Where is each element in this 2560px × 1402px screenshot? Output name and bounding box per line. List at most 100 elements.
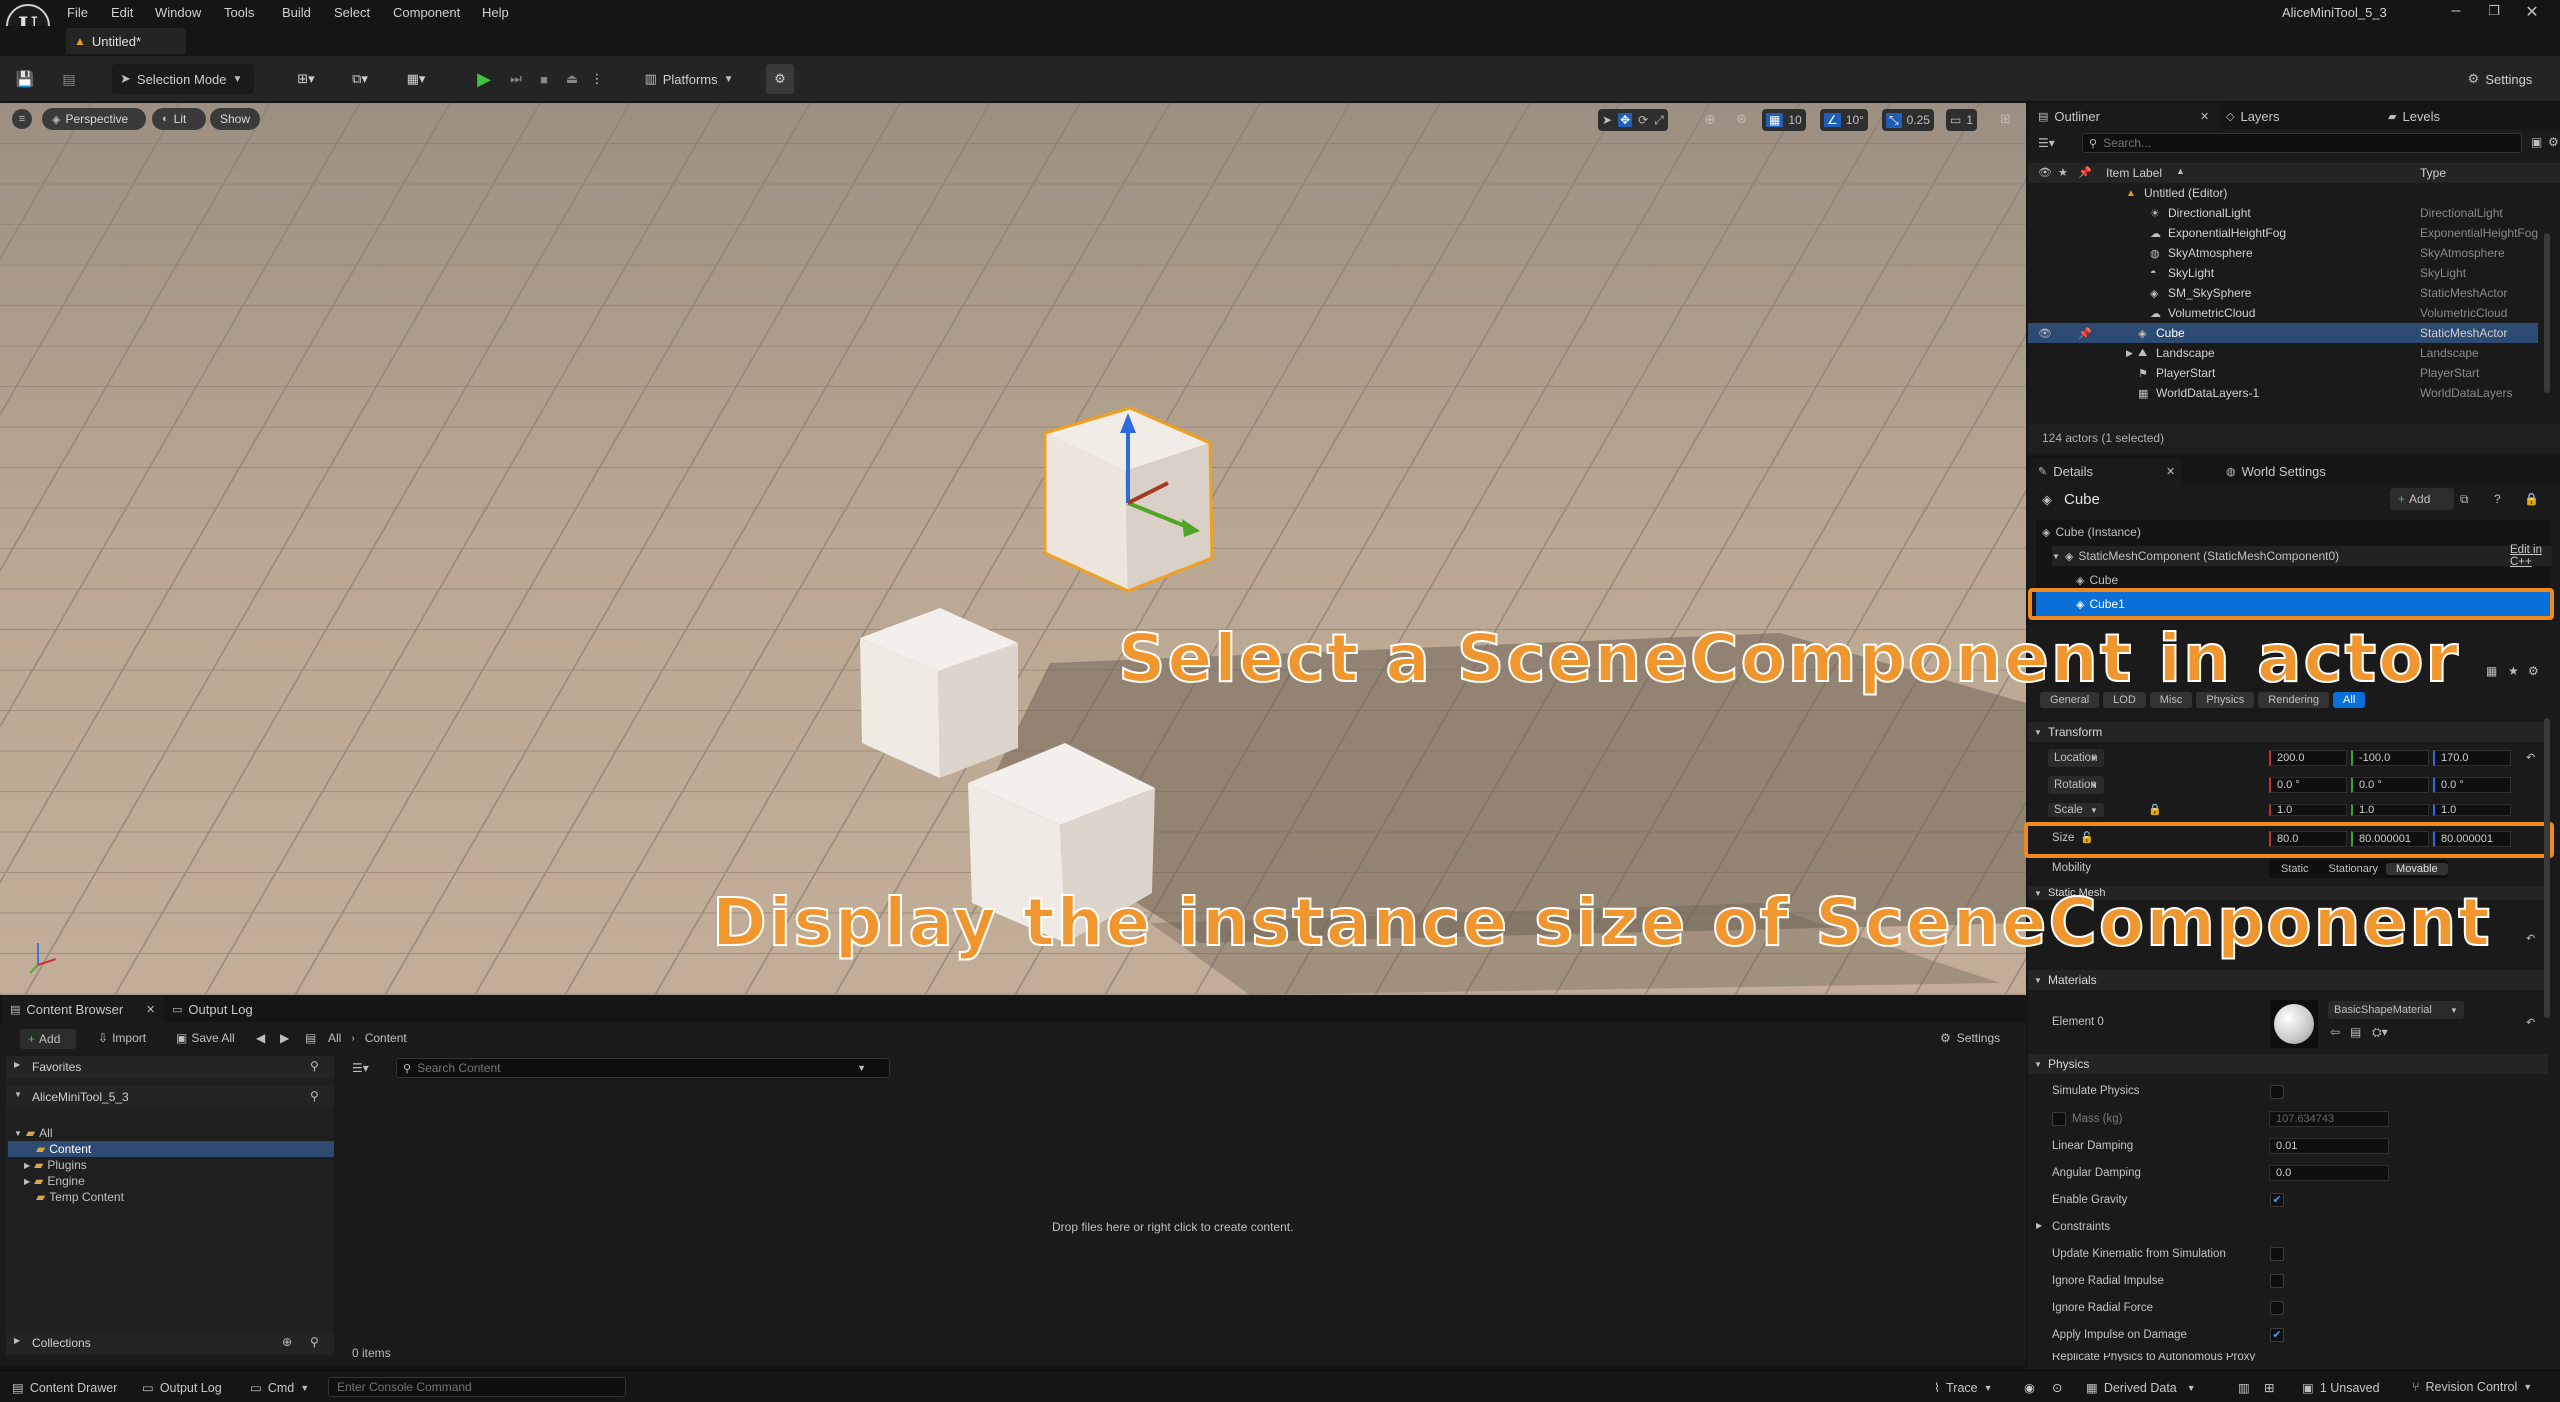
restore-icon[interactable]: ❐ — [2484, 3, 2504, 19]
constraints-label[interactable]: Constraints — [2052, 1221, 2110, 1233]
menu-file[interactable]: File — [67, 5, 88, 20]
output-log-button[interactable]: ▭ Output Log — [142, 1380, 222, 1396]
cinematics-icon[interactable]: ▦▾ — [398, 64, 434, 94]
rotate-tool-icon[interactable]: ⟳ — [1638, 113, 1648, 127]
help-icon[interactable]: ? — [2494, 492, 2501, 506]
lit-button[interactable]: ◐ Lit — [152, 108, 206, 130]
menu-edit[interactable]: Edit — [111, 5, 133, 20]
actor-name[interactable]: Cube — [2064, 491, 2100, 508]
scale-x-field[interactable]: 1.0 — [2269, 804, 2347, 816]
content-search-field[interactable]: ⚲ ▼ — [396, 1058, 890, 1078]
tree-item[interactable]: ☁ VolumetricCloud VolumetricCloud — [2028, 303, 2538, 323]
component-item[interactable]: ▼ ◈ StaticMeshComponent (StaticMeshCompo… — [2052, 544, 2552, 568]
revision-control-dropdown[interactable]: ⑂ Revision Control ▼ — [2412, 1380, 2532, 1394]
settings-button[interactable]: ⚙ Settings — [2450, 64, 2550, 94]
scale-snap-control[interactable]: ⤡ 0.25 — [1882, 109, 1934, 131]
camera-icon[interactable]: ⊙ — [2052, 1380, 2062, 1395]
close-icon[interactable]: ✕ — [146, 1003, 155, 1016]
tree-item[interactable]: ▶ ⛰ Landscape Landscape — [2028, 343, 2538, 363]
reset-icon[interactable]: ↶ — [2526, 932, 2535, 945]
lock-icon[interactable]: 🔒 — [2148, 803, 2162, 816]
minimize-icon[interactable]: – — [2446, 2, 2466, 20]
tab-world-settings[interactable]: ◍ World Settings — [2196, 458, 2326, 484]
type-header[interactable]: Type — [2420, 166, 2446, 180]
browse-icon[interactable]: ▤ — [58, 64, 80, 94]
star-icon[interactable]: ★ — [2508, 664, 2519, 678]
project-header[interactable]: ▼ AliceMiniTool_5_3 ⚲ — [6, 1086, 334, 1108]
browse-icon[interactable]: ▤ — [2350, 1025, 2361, 1039]
blueprint-icon[interactable]: ⧉▾ — [342, 64, 378, 94]
folder-icon[interactable]: ▤ — [305, 1031, 316, 1045]
outliner-scrollbar[interactable] — [2544, 233, 2550, 393]
gear-icon[interactable]: ⚙ — [2548, 135, 2559, 149]
stop-icon[interactable]: ■ — [532, 64, 556, 94]
menu-window[interactable]: Window — [155, 5, 201, 20]
simulate-physics-checkbox[interactable] — [2270, 1085, 2284, 1099]
tree-item[interactable]: ◓ SkyLight SkyLight — [2028, 263, 2538, 283]
breadcrumb-content[interactable]: Content — [365, 1031, 407, 1045]
viewport-menu-icon[interactable]: ≡ — [12, 109, 32, 129]
use-selected-icon[interactable]: ⇦ — [2330, 1025, 2340, 1039]
add-component-button[interactable]: + Add — [2390, 488, 2454, 510]
add-actor-icon[interactable]: ⊞▾ — [288, 64, 324, 94]
scale-dropdown[interactable]: Scale ▼ — [2048, 803, 2104, 817]
menu-component[interactable]: Component — [393, 5, 460, 20]
menu-tools[interactable]: Tools — [224, 5, 254, 20]
folder-item[interactable]: ▰ Temp Content — [36, 1189, 124, 1205]
show-button[interactable]: Show — [210, 108, 260, 130]
mobility-movable[interactable]: Movable — [2386, 863, 2448, 875]
update-kinematic-checkbox[interactable] — [2270, 1247, 2284, 1261]
tree-item[interactable]: ⚑ PlayerStart PlayerStart — [2028, 363, 2538, 383]
tab-details[interactable]: ✎ Details ✕ — [2030, 458, 2182, 484]
location-y-field[interactable]: -100.0 — [2351, 750, 2429, 766]
rotation-x-field[interactable]: 0.0 ° — [2269, 777, 2347, 793]
reset-icon[interactable]: ↶ — [2526, 1016, 2535, 1029]
play-icon[interactable]: ▶ — [472, 64, 496, 94]
blueprint-icon[interactable]: ⧉ — [2460, 492, 2469, 507]
tab-outliner[interactable]: ▤ Outliner ✕ — [2030, 103, 2220, 129]
outliner-search-field[interactable]: ⚲ — [2082, 133, 2522, 153]
add-button[interactable]: + Add — [20, 1029, 76, 1049]
options-icon[interactable]: ⛭▾ — [2372, 1025, 2388, 1040]
close-icon[interactable]: ✕ — [2522, 2, 2542, 22]
visibility-icon[interactable]: 👁 — [2038, 327, 2052, 340]
tree-item[interactable]: ◈ SM_SkySphere StaticMeshActor — [2028, 283, 2538, 303]
scale-y-field[interactable]: 1.0 — [2351, 804, 2429, 816]
scale-tool-icon[interactable]: ⤢ — [1654, 113, 1664, 128]
chevron-down-icon[interactable]: ▼ — [857, 1063, 866, 1073]
cube-2[interactable] — [860, 608, 1018, 778]
tree-item[interactable]: ☀ DirectionalLight DirectionalLight — [2028, 203, 2538, 223]
import-button[interactable]: ⇩ Import — [98, 1031, 146, 1045]
section-transform[interactable]: ▼ Transform — [2028, 722, 2548, 742]
filter-icon[interactable]: ☰▾ — [352, 1061, 369, 1075]
section-physics[interactable]: ▼ Physics — [2028, 1054, 2548, 1074]
expand-arrow-icon[interactable]: ▶ — [2036, 1221, 2042, 1230]
item-label-header[interactable]: Item Label — [2106, 166, 2162, 180]
record-icon[interactable]: ◉ — [2024, 1380, 2035, 1395]
grid-snap-control[interactable]: ▦ 10 — [1762, 109, 1806, 131]
rotation-snap-control[interactable]: ∠ 10° — [1820, 109, 1868, 131]
menu-help[interactable]: Help — [482, 5, 509, 20]
material-thumbnail[interactable] — [2270, 1000, 2318, 1048]
tab-levels[interactable]: ▰ Levels — [2358, 103, 2440, 129]
level-viewport[interactable]: ≡ ◈ Perspective ◐ Lit Show ➤ ✥ ⟳ ⤢ ⊕ ⊛ ▦… — [0, 103, 2026, 995]
scale-z-field[interactable]: 1.0 — [2433, 804, 2511, 816]
folder-item[interactable]: ▶ ▰ Plugins — [24, 1157, 87, 1173]
menu-build[interactable]: Build — [282, 5, 311, 20]
search-icon[interactable]: ⚲ — [310, 1089, 319, 1103]
history-back-icon[interactable]: ◀ — [256, 1031, 265, 1045]
world-space-icon[interactable]: ⊕ — [1704, 111, 1716, 128]
gear-icon[interactable]: ⚙ — [2528, 664, 2539, 678]
material-dropdown[interactable]: BasicShapeMaterial ▼ — [2328, 1001, 2464, 1019]
save-all-button[interactable]: ▣ Save All — [176, 1031, 235, 1045]
apply-impulse-checkbox[interactable]: ✔ — [2270, 1328, 2284, 1342]
content-search-input[interactable] — [417, 1061, 858, 1075]
tree-item[interactable]: ☁ ExponentialHeightFog ExponentialHeight… — [2028, 223, 2538, 243]
location-dropdown[interactable]: Location ▼ — [2048, 749, 2104, 767]
ignore-radial-force-checkbox[interactable] — [2270, 1301, 2284, 1315]
tree-item[interactable]: ◍ SkyAtmosphere SkyAtmosphere — [2028, 243, 2538, 263]
search-icon[interactable]: ⚲ — [310, 1335, 319, 1349]
outliner-search-input[interactable] — [2103, 136, 2494, 150]
details-scrollbar[interactable] — [2544, 718, 2550, 1018]
tab-content-browser[interactable]: ▤ Content Browser ✕ — [2, 996, 164, 1022]
